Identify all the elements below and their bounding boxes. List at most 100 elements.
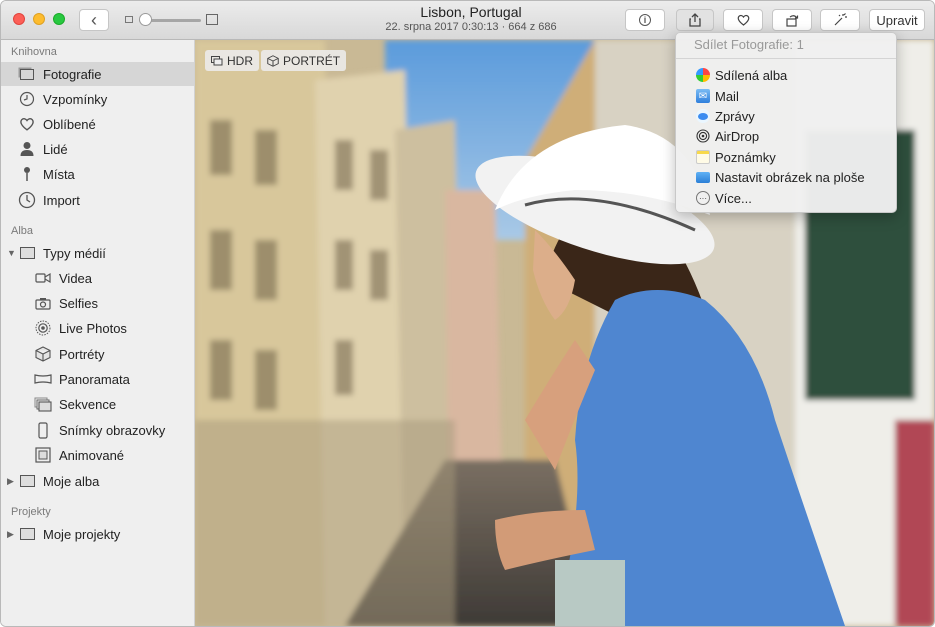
sidebar-item-portraits[interactable]: Portréty [33,342,105,366]
panorama-icon [33,373,53,385]
sidebar-item-memories[interactable]: Vzpomínky [17,87,107,111]
sidebar-item-media-types[interactable]: Typy médií [17,241,106,265]
sidebar-item-my-projects[interactable]: Moje projekty [17,522,120,546]
sidebar-item-label: Vzpomínky [43,91,108,107]
sidebar-item-label: Snímky obrazovky [59,422,166,438]
hdr-label: HDR [227,53,253,68]
mail-icon: ✉ [696,89,710,103]
zoom-button[interactable] [53,13,65,25]
sidebar-item-places[interactable]: Místa [17,162,75,186]
section-header-albums: Alba [11,225,34,237]
sidebar-item-label: Sekvence [59,396,117,412]
sidebar-item-label: Animované [59,447,125,463]
disclosure-expanded-icon[interactable]: ▼ [7,248,16,258]
sidebar-item-label: Selfies [59,295,99,311]
phone-icon [33,421,53,439]
sidebar-item-live-photos[interactable]: Live Photos [33,316,127,340]
memories-icon [17,91,37,107]
cube-icon [33,346,53,362]
sidebar-item-label: Portréty [59,346,105,362]
edit-button-label: Upravit [876,12,918,28]
minimize-button[interactable] [33,13,45,25]
section-header-projects: Projekty [11,506,51,518]
album-icon [17,475,37,487]
disclosure-collapsed-icon[interactable]: ▶ [7,529,14,540]
back-button[interactable]: ‹ [79,9,109,31]
back-button-label: ‹ [91,9,97,30]
window-title: Lisbon, Portugal [420,4,522,20]
sidebar-item-panoramas[interactable]: Panoramata [33,367,130,391]
camera-icon [33,297,53,310]
small-thumbnail-icon [125,16,133,23]
desktop-icon [696,171,710,183]
sidebar-item-label: Typy médií [43,245,106,261]
sidebar-item-selfies[interactable]: Selfies [33,291,98,315]
share-button[interactable] [676,9,714,31]
menu-item-set-desktop[interactable]: Nastavit obrázek na ploše [696,167,865,187]
close-button[interactable] [13,13,25,25]
animated-icon [33,447,53,463]
enhance-button[interactable] [820,9,860,31]
menu-item-label: Mail [715,88,739,104]
menu-item-shared-albums[interactable]: Sdílená alba [696,65,787,85]
pin-icon [17,166,37,182]
live-icon [33,320,53,336]
sidebar-item-animated[interactable]: Animované [33,443,124,467]
sidebar-item-label: Moje projekty [43,526,121,542]
menu-separator [676,58,896,59]
menu-item-more[interactable]: ··· Více... [696,188,752,208]
menu-item-messages[interactable]: Zprávy [696,106,755,126]
share-menu-title: Sdílet Fotografie: 1 [694,37,804,52]
hdr-badge: HDR [205,50,259,71]
section-header-library: Knihovna [11,46,57,58]
clock-icon [17,191,37,209]
sidebar-item-videos[interactable]: Videa [33,266,92,290]
large-thumbnail-icon [206,14,218,25]
share-icon [689,13,701,27]
favorite-button[interactable] [723,9,763,31]
airdrop-icon [696,129,710,143]
menu-item-label: Sdílená alba [715,67,788,83]
photos-window: ‹ Lisbon, Portugal 22. srpna 2017 0:30:1… [0,0,935,627]
album-icon [17,528,37,540]
menu-item-label: Poznámky [715,149,776,165]
sidebar-item-label: Lidé [43,141,68,157]
portrait-badge: PORTRÉT [261,50,347,71]
info-icon: i [639,14,651,26]
menu-item-label: Zprávy [715,108,755,124]
video-icon [33,272,53,284]
menu-item-notes[interactable]: Poznámky [696,147,776,167]
sidebar-item-favorites[interactable]: Oblíbené [17,112,96,136]
more-icon: ··· [696,191,710,205]
sidebar-item-import[interactable]: Import [17,188,80,212]
sidebar-item-bursts[interactable]: Sekvence [33,392,116,416]
heart-icon [17,117,37,131]
burst-icon [33,397,53,412]
rotate-button[interactable] [772,9,812,31]
menu-item-label: AirDrop [715,128,760,144]
sidebar-item-label: Panoramata [59,371,130,387]
sidebar-item-my-albums[interactable]: Moje alba [17,469,99,493]
zoom-slider-knob[interactable] [139,13,152,26]
shared-albums-icon [696,68,710,82]
cube-icon [267,54,279,67]
sidebar-item-label: Moje alba [43,473,100,489]
sidebar-item-photos[interactable]: Fotografie [1,62,194,86]
menu-item-label: Více... [715,190,752,206]
sidebar-item-label: Live Photos [59,320,127,336]
notes-icon [696,150,710,164]
photos-icon [17,68,37,80]
info-button[interactable]: i [625,9,665,31]
window-subtitle: 22. srpna 2017 0:30:13 · 664 z 686 [385,21,557,33]
hdr-icon [211,55,223,65]
edit-button[interactable]: Upravit [869,9,925,31]
sidebar-item-people[interactable]: Lidé [17,137,68,161]
menu-item-mail[interactable]: ✉ Mail [696,86,739,106]
sidebar-item-label: Místa [43,166,75,182]
sidebar-item-label: Videa [59,270,93,286]
menu-item-airdrop[interactable]: AirDrop [696,126,759,146]
sidebar-item-screenshots[interactable]: Snímky obrazovky [33,418,165,442]
portrait-label: PORTRÉT [283,53,341,68]
sidebar-item-label: Import [43,192,80,208]
disclosure-collapsed-icon[interactable]: ▶ [7,476,14,487]
